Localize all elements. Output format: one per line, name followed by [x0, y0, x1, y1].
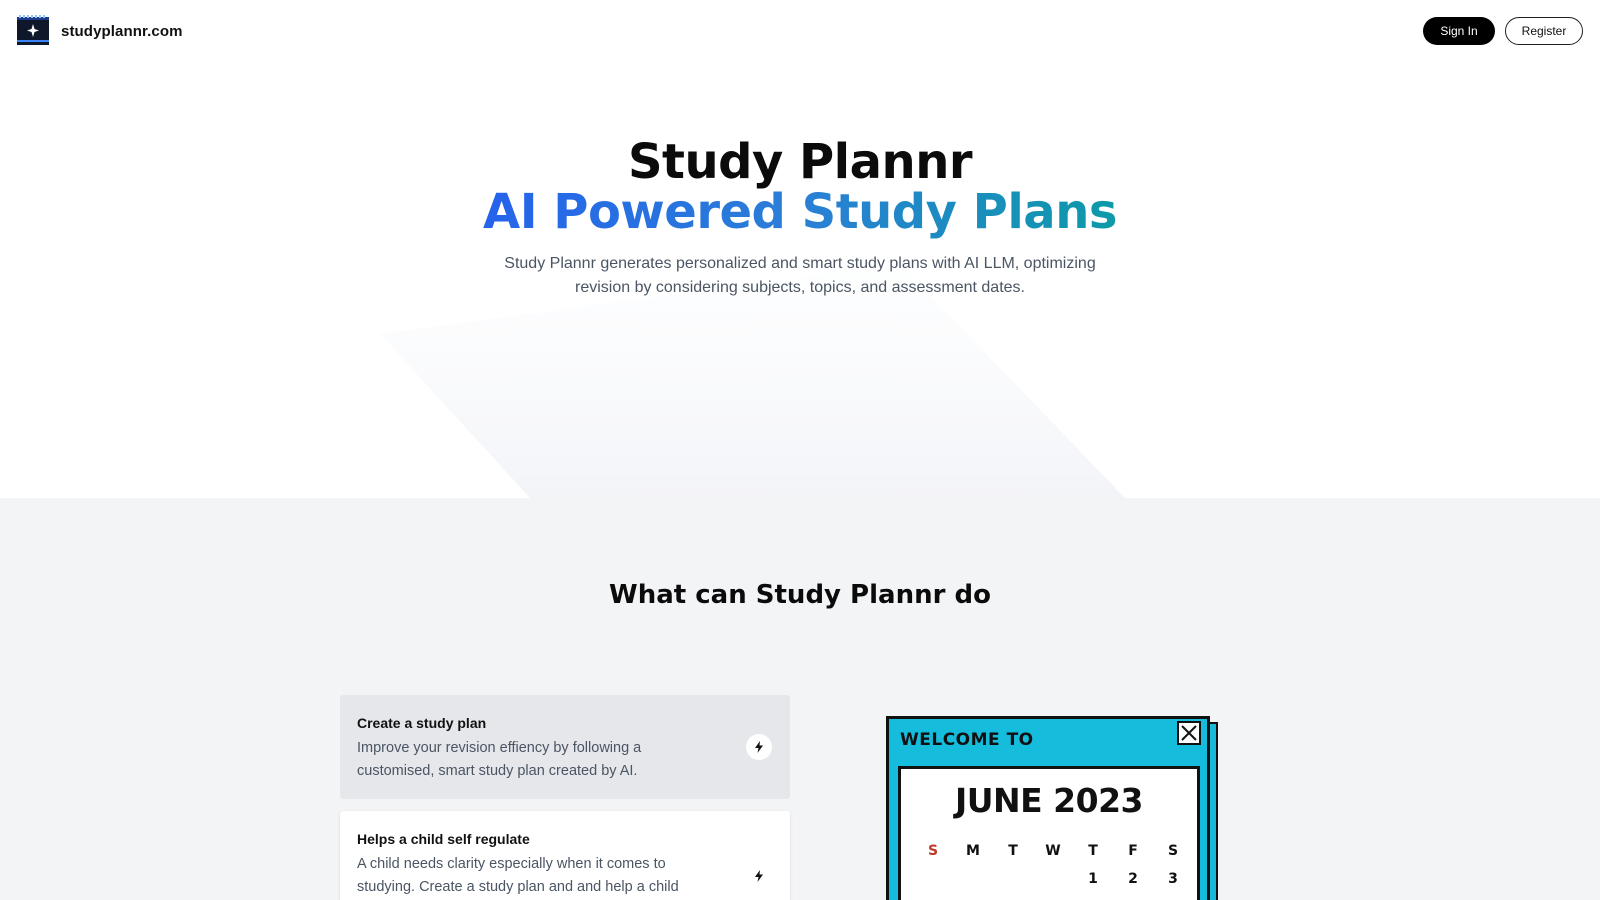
sign-in-button[interactable]: Sign In: [1423, 17, 1495, 45]
calendar-date: 2: [1128, 871, 1138, 887]
brand-name: studyplannr.com: [61, 22, 183, 40]
features-heading: What can Study Plannr do: [609, 580, 991, 610]
hero-description: Study Plannr generates personalized and …: [504, 255, 1096, 296]
brand-logo[interactable]: studyplannr.com: [16, 15, 183, 47]
feature-card-self-regulate[interactable]: Helps a child self regulate A child need…: [340, 811, 790, 900]
calendar-illustration: Welcome to JUNE 2023 S M T W T F S: [886, 716, 1220, 900]
weekday-label: F: [1128, 843, 1138, 859]
calendar-front-panel: Welcome to JUNE 2023 S M T W T F S: [886, 716, 1210, 900]
lightning-icon: [746, 734, 772, 760]
calendar-date: [953, 871, 993, 887]
page-subtitle-text: AI Powered Study Plans: [483, 184, 1117, 240]
page-subtitle: AI Powered Study Plans: [0, 186, 1600, 238]
register-button[interactable]: Register: [1505, 17, 1583, 45]
feature-card-title: Helps a child self regulate: [357, 831, 530, 847]
calendar-welcome-text: Welcome to: [900, 730, 1034, 750]
feature-card-title: Create a study plan: [357, 715, 487, 731]
feature-card-text: Improve your revision effiency by follow…: [357, 740, 642, 779]
page-title: Study Plannr: [627, 134, 973, 190]
weekday-label: M: [966, 843, 980, 859]
close-icon: [1177, 721, 1201, 745]
hero-section: Study Plannr AI Powered Study Plans Stud…: [0, 64, 1600, 498]
weekday-label: T: [1088, 843, 1098, 859]
calendar-date: [1033, 871, 1073, 887]
calendar-date: [913, 871, 953, 887]
calendar-sparkle-icon: [16, 15, 50, 47]
calendar-date: 1: [1088, 871, 1098, 887]
features-section: What can Study Plannr do Create a study …: [0, 498, 1600, 900]
weekday-label: T: [1008, 843, 1018, 859]
calendar-month: JUNE 2023: [954, 781, 1144, 820]
calendar-weekdays: S M T W T F S: [913, 843, 1193, 859]
site-header: studyplannr.com Sign In Register: [0, 0, 1600, 64]
weekday-label: S: [1167, 843, 1179, 859]
calendar-date: 3: [1168, 871, 1178, 887]
weekday-label: S: [927, 843, 939, 859]
calendar-dates-row: 1 2 3: [913, 871, 1193, 887]
calendar-page: JUNE 2023 S M T W T F S 1 2 3: [898, 766, 1200, 900]
calendar-date: [993, 871, 1033, 887]
feature-card-create-plan[interactable]: Create a study plan Improve your revisio…: [340, 695, 790, 799]
feature-card-text: A child needs clarity especially when it…: [357, 856, 679, 895]
weekday-label: W: [1045, 843, 1061, 859]
lightning-icon: [746, 863, 772, 889]
